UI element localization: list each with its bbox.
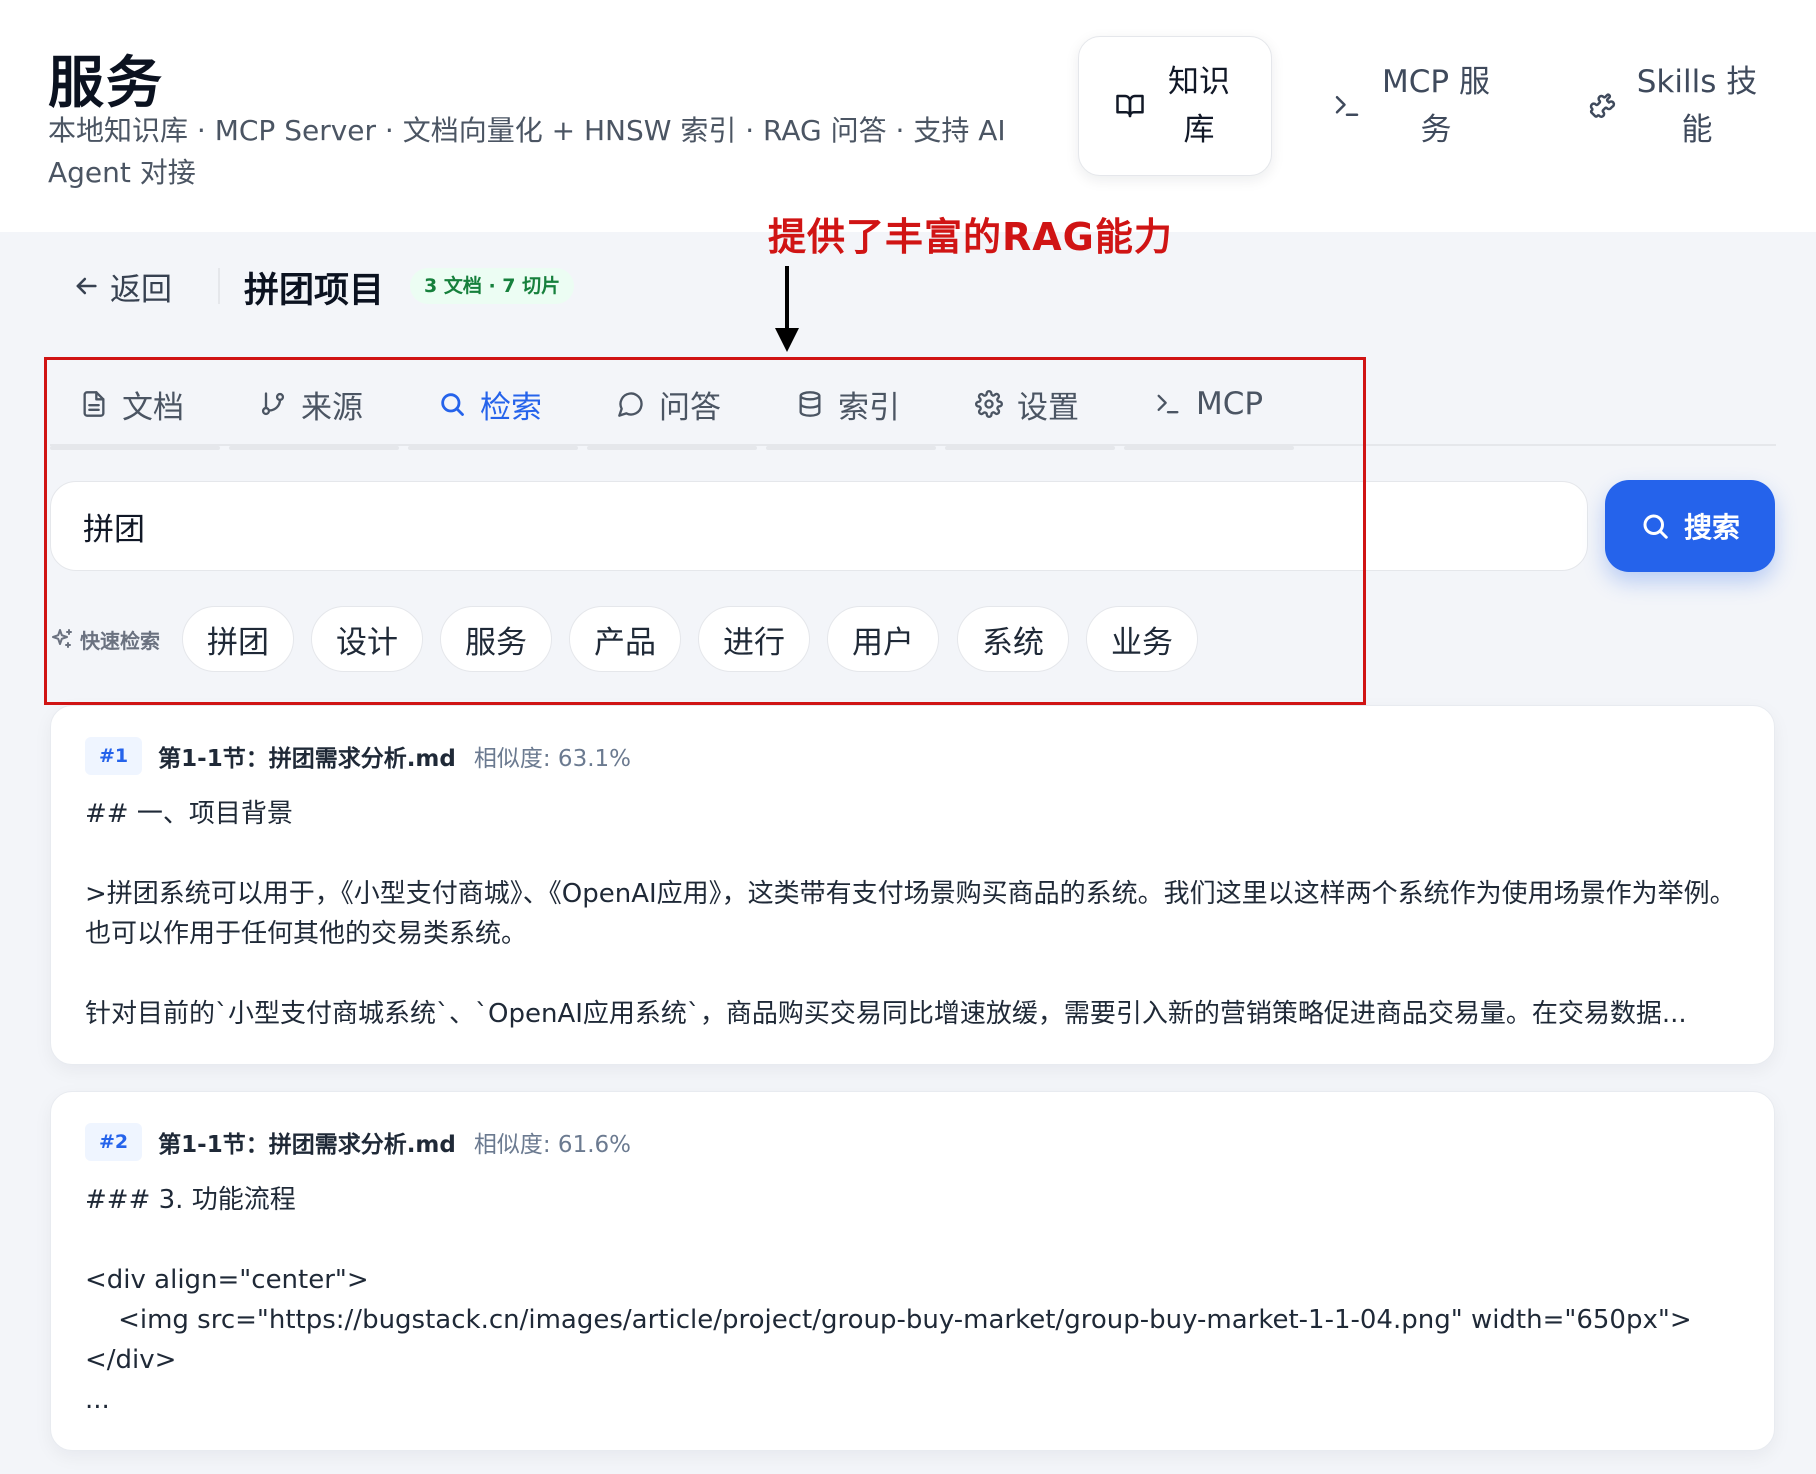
result-card-header: #2 第1-1节：拼团需求分析.md 相似度: 61.6% [85,1122,631,1162]
annotation-arrow-icon [775,266,799,352]
tab-documents[interactable]: 文档 [50,362,220,450]
rank-badge: #1 [85,737,143,775]
quick-chip[interactable]: 系统 [957,606,1069,672]
file-icon [83,391,105,417]
back-button[interactable]: 返回 [72,262,172,310]
tab-sources[interactable]: 来源 [229,362,399,450]
database-icon [799,391,821,417]
result-card[interactable]: #2 第1-1节：拼团需求分析.md 相似度: 61.6% ### 3. 功能流… [50,1091,1775,1451]
tab-qa[interactable]: 问答 [587,362,757,450]
gear-icon [975,390,1003,418]
search-button-label: 搜索 [1683,511,1740,544]
quick-chip[interactable]: 业务 [1086,606,1198,672]
quick-chip[interactable]: 服务 [440,606,552,672]
result-similarity: 相似度: 63.1% [473,746,632,772]
result-source: 第1-1节：拼团需求分析.md [158,1132,456,1158]
breadcrumb-divider [218,268,220,304]
result-card-header: #1 第1-1节：拼团需求分析.md 相似度: 63.1% [85,736,631,776]
search-button[interactable]: 搜索 [1605,480,1775,572]
chat-bubble-icon [618,392,643,417]
result-source: 第1-1节：拼团需求分析.md [158,746,456,772]
tab-search-label: 检索 [480,389,542,426]
tab-bar: 文档 来源 检索 问答 索引 设置 MCP [50,362,1776,450]
tab-mcp-label: MCP [1196,386,1264,422]
tab-qa-label: 问答 [659,389,721,426]
nav-skills-label: Skills 技能 [1636,64,1758,148]
project-title: 拼团项目 [244,271,385,311]
result-content: ### 3. 功能流程 <div align="center"> <img sr… [85,1185,1692,1415]
tab-documents-label: 文档 [122,389,184,426]
doc-count-badge: 3 文档 · 7 切片 [410,268,575,304]
sparkles-icon [52,629,72,648]
result-card[interactable]: #1 第1-1节：拼团需求分析.md 相似度: 63.1% ## 一、项目背景 … [50,705,1775,1065]
quick-chip[interactable]: 设计 [311,606,423,672]
quick-chip[interactable]: 用户 [827,606,939,672]
search-icon [441,393,464,416]
app-title: 服务 [48,51,164,116]
git-branch-icon [261,392,285,416]
nav-skills[interactable]: Skills 技能 [1558,36,1788,176]
terminal-icon [1157,394,1179,414]
app-subtitle: 本地知识库 · MCP Server · 文档向量化 + HNSW 索引 · R… [48,114,1006,189]
tab-index-label: 索引 [838,389,900,426]
arrow-left-icon [76,277,97,295]
tab-sources-label: 来源 [301,389,363,426]
tab-settings[interactable]: 设置 [945,362,1115,450]
book-icon [1116,94,1144,118]
tab-search[interactable]: 检索 [408,362,578,450]
nav-mcp-service[interactable]: MCP 服务 [1312,36,1512,176]
tab-mcp[interactable]: MCP [1124,362,1294,450]
tab-settings-label: 设置 [1017,389,1079,426]
puzzle-icon [1589,93,1616,118]
result-similarity: 相似度: 61.6% [473,1132,632,1158]
quick-chip[interactable]: 产品 [569,606,681,672]
nav-knowledge-base-label: 知识库 [1168,64,1230,148]
result-content: ## 一、项目背景 >拼团系统可以用于，《小型支付商城》、《OpenAI应用》，… [85,799,1736,1029]
annotation-text: 提供了丰富的RAG能力 [768,215,1173,259]
rank-badge: #2 [85,1123,143,1161]
quick-search-label-text: 快速检索 [80,628,160,653]
quick-chip[interactable]: 进行 [698,606,810,672]
app-header: 服务 本地知识库 · MCP Server · 文档向量化 + HNSW 索引 … [0,0,1816,232]
quick-search-label: 快速检索 [50,622,160,656]
back-label: 返回 [110,271,172,308]
nav-mcp-service-label: MCP 服务 [1382,64,1490,148]
search-input[interactable] [50,481,1588,571]
tab-index[interactable]: 索引 [766,362,936,450]
terminal-icon [1335,96,1359,116]
quick-chip[interactable]: 拼团 [182,606,294,672]
nav-knowledge-base[interactable]: 知识库 [1078,36,1272,176]
search-icon [1643,514,1668,539]
